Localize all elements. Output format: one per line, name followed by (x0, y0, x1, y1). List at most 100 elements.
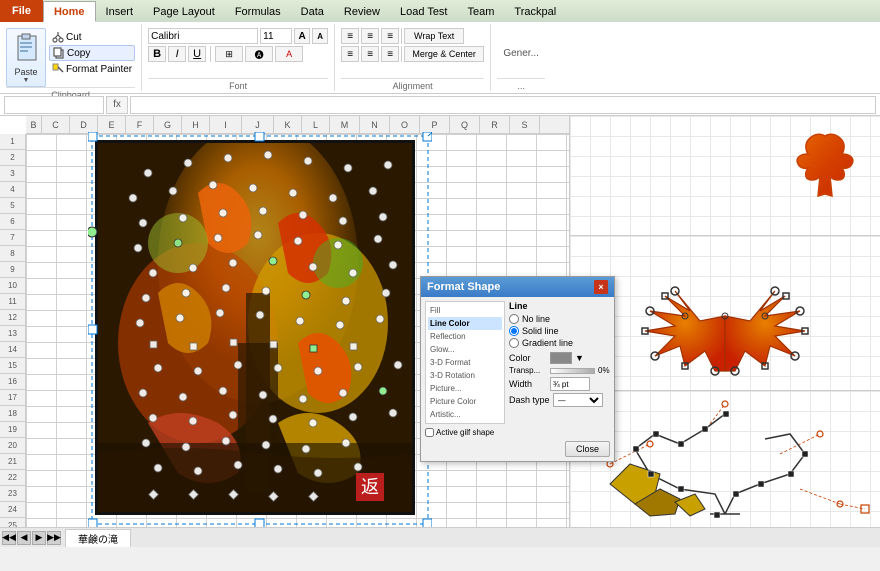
formula-input[interactable] (130, 96, 876, 114)
dialog-close-button[interactable]: × (594, 280, 608, 294)
italic-button[interactable]: I (168, 46, 186, 62)
col-header-o: O (390, 116, 420, 134)
col-header-q: Q (450, 116, 480, 134)
cut-button[interactable]: Cut (49, 30, 135, 44)
shapes-panel: Format Shape × Fill Line Color Reflectio… (570, 116, 880, 527)
trackpal-tab[interactable]: Trackpal (504, 1, 566, 22)
col-header-k: K (274, 116, 302, 134)
color-label: Color (509, 353, 547, 363)
col-header-j: J (242, 116, 274, 134)
dialog-nav-reflection[interactable]: Reflection (428, 330, 502, 343)
col-header-p: P (420, 116, 450, 134)
dialog-title: Format Shape (427, 281, 500, 293)
no-line-radio[interactable] (509, 314, 519, 324)
home-tab[interactable]: Home (43, 1, 96, 22)
col-header-d: D (70, 116, 98, 134)
dialog-title-bar[interactable]: Format Shape × (421, 277, 614, 297)
fx-label: fx (113, 99, 121, 110)
formulas-tab[interactable]: Formulas (225, 1, 291, 22)
solid-line-label: Solid line (522, 326, 559, 336)
col-header-c: C (42, 116, 70, 134)
dialog-nav-picture-color[interactable]: Picture Color (428, 395, 502, 408)
page-layout-tab[interactable]: Page Layout (143, 1, 225, 22)
format-painter-label: Format Painter (66, 64, 132, 75)
underline-button[interactable]: U (188, 46, 206, 62)
border-button[interactable]: ⊞ (215, 46, 243, 62)
transparency-slider[interactable] (550, 368, 595, 374)
gradient-line-radio[interactable] (509, 338, 519, 348)
dialog-close-btn[interactable]: Close (565, 441, 610, 457)
sheet-nav-prev[interactable]: ◀ (17, 531, 31, 545)
copy-button[interactable]: Copy (49, 45, 135, 61)
file-tab[interactable]: File (0, 0, 43, 22)
row-header-2: 2 (0, 150, 25, 166)
bold-button[interactable]: B (148, 46, 166, 62)
number-group-label: ... (497, 78, 545, 91)
row-header-11: 11 (0, 294, 25, 310)
color-swatch[interactable] (550, 352, 572, 364)
merge-center-button[interactable]: Merge & Center (404, 46, 484, 62)
no-line-label: No line (522, 314, 550, 324)
row-header-13: 13 (0, 326, 25, 342)
dialog-nav-3d-rotation[interactable]: 3-D Rotation (428, 369, 502, 382)
active-gift-shape-checkbox[interactable] (425, 428, 434, 437)
sheet-tab-label: 華鹸の滝 (78, 531, 118, 546)
decrease-font-button[interactable]: A (312, 28, 328, 44)
font-size-input[interactable] (260, 28, 292, 44)
sheet-nav-next[interactable]: ▶ (32, 531, 46, 545)
dialog-nav-glow[interactable]: Glow... (428, 343, 502, 356)
insert-tab-label: Insert (106, 6, 134, 18)
team-tab[interactable]: Team (458, 1, 505, 22)
data-tab[interactable]: Data (291, 1, 334, 22)
dialog-nav-fill[interactable]: Fill (428, 304, 502, 317)
sheet-nav-next-next[interactable]: ▶▶ (47, 531, 61, 545)
col-header-h: H (182, 116, 210, 134)
row-header-12: 12 (0, 310, 25, 326)
sheet-nav-prev-prev[interactable]: ◀◀ (2, 531, 16, 545)
artwork-image[interactable]: 返 (95, 140, 415, 515)
line-section-title: Line (509, 301, 610, 311)
col-header-b: B (26, 116, 42, 134)
sheet-tab-1[interactable]: 華鹸の滝 (65, 529, 131, 547)
align-top-button[interactable]: ≡ (341, 28, 359, 44)
review-tab[interactable]: Review (334, 1, 390, 22)
dialog-nav-artistic[interactable]: Artistic... (428, 408, 502, 421)
width-input[interactable] (550, 377, 590, 391)
leaf-panel-middle (570, 236, 880, 391)
font-color-button[interactable]: A (275, 46, 303, 62)
insert-tab[interactable]: Insert (96, 1, 144, 22)
leaf-panel-bottom (570, 391, 880, 527)
row-header-24: 24 (0, 502, 25, 518)
dialog-nav-picture-corrections[interactable]: Picture... (428, 382, 502, 395)
increase-font-button[interactable]: A (294, 28, 310, 44)
align-left-button[interactable]: ≡ (341, 46, 359, 62)
clipboard-group: Paste ▼ Cut (4, 24, 142, 91)
format-painter-button[interactable]: Format Painter (49, 62, 135, 76)
paste-button[interactable]: Paste ▼ (6, 28, 46, 87)
format-shape-dialog[interactable]: Format Shape × Fill Line Color Reflectio… (420, 276, 615, 462)
dialog-nav-3d-format[interactable]: 3-D Format (428, 356, 502, 369)
font-name-input[interactable] (148, 28, 258, 44)
copy-icon (53, 47, 65, 59)
dash-type-select[interactable]: — (553, 393, 603, 407)
col-header-m: M (330, 116, 360, 134)
align-middle-button[interactable]: ≡ (361, 28, 379, 44)
wrap-text-button[interactable]: Wrap Text (404, 28, 464, 44)
copy-label: Copy (67, 48, 90, 59)
row-header-8: 8 (0, 246, 25, 262)
row-header-21: 21 (0, 454, 25, 470)
row-header-6: 6 (0, 214, 25, 230)
solid-line-radio[interactable] (509, 326, 519, 336)
align-right-button[interactable]: ≡ (381, 46, 399, 62)
col-header-g: G (154, 116, 182, 134)
col-header-r: R (480, 116, 510, 134)
align-center-button[interactable]: ≡ (361, 46, 379, 62)
fill-color-button[interactable]: 🅐 (245, 46, 273, 62)
color-dropdown[interactable]: ▼ (575, 353, 584, 363)
align-bottom-button[interactable]: ≡ (381, 28, 399, 44)
gradient-line-label: Gradient line (522, 338, 573, 348)
dialog-nav-line-color[interactable]: Line Color (428, 317, 502, 330)
load-test-tab[interactable]: Load Test (390, 1, 458, 22)
name-box[interactable] (4, 96, 104, 114)
formula-fx-icon[interactable]: fx (106, 96, 128, 114)
